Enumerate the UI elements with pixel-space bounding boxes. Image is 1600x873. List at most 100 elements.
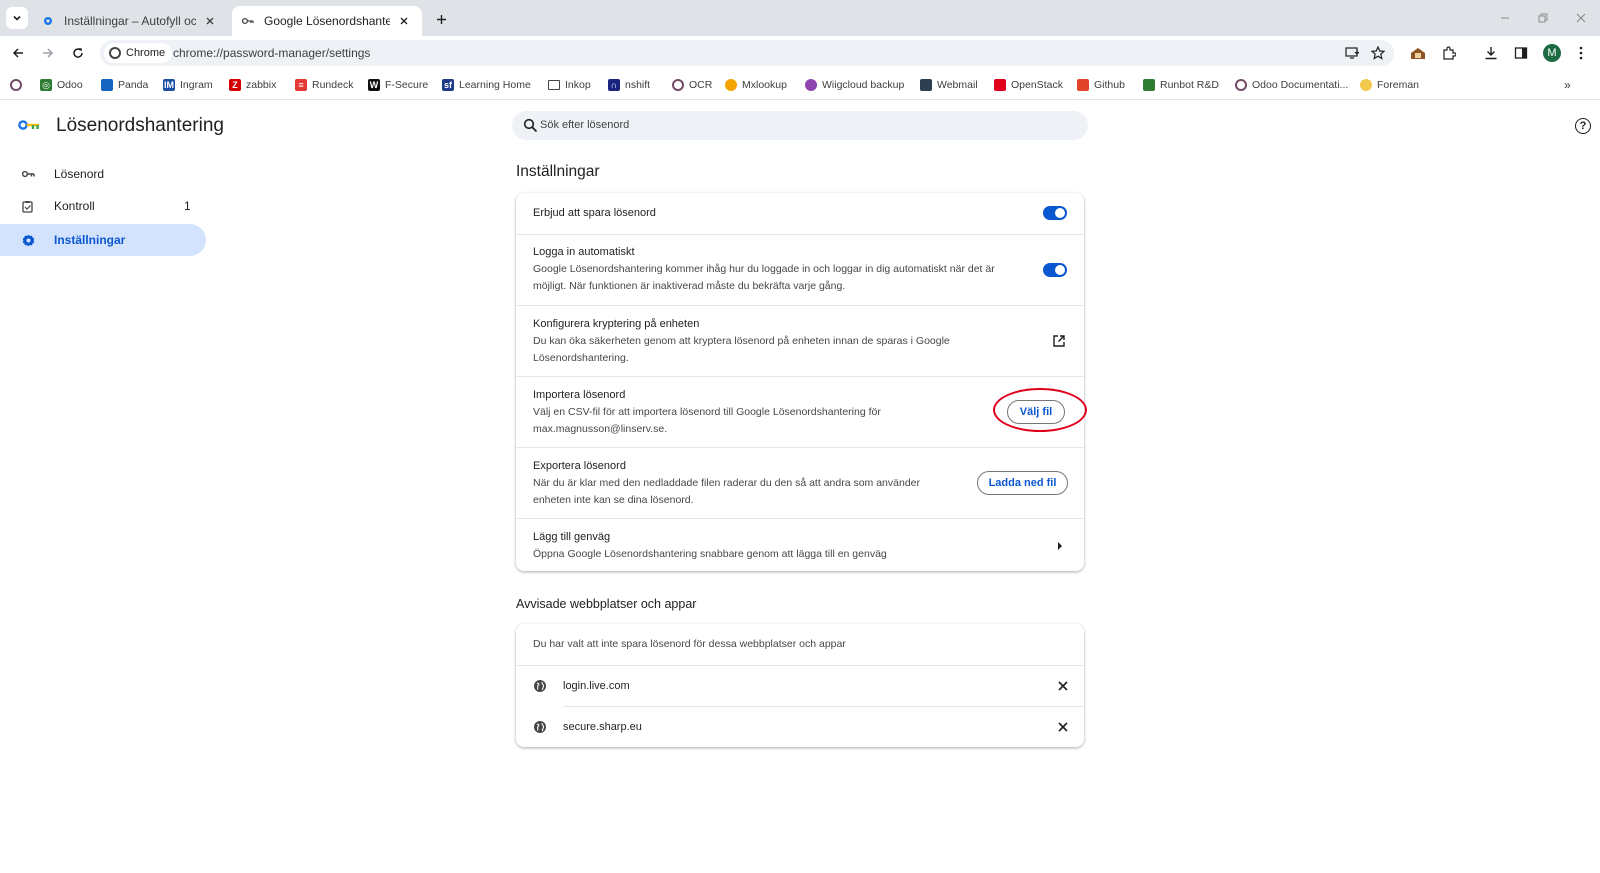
rejected-site-name: secure.sharp.eu (563, 721, 642, 733)
search-input[interactable] (540, 115, 1070, 135)
side-panel-button[interactable] (1512, 44, 1530, 62)
offer-save-row: Erbjud att spara lösenord (516, 193, 1084, 234)
bookmark-github[interactable]: Github (1077, 78, 1125, 92)
ingram-icon: IM (163, 79, 175, 91)
new-tab-button[interactable] (432, 10, 450, 28)
bookmark-inkop[interactable]: Inkop (548, 78, 591, 92)
back-button[interactable] (8, 43, 28, 63)
import-title: Importera lösenord (533, 389, 626, 401)
bookmark-panda[interactable]: Panda (101, 78, 148, 92)
site-info-chip-label: Chrome (126, 47, 166, 59)
sidebar-item-checkup[interactable]: Kontroll 1 (0, 190, 206, 222)
bookmark-openstack[interactable]: OpenStack (994, 78, 1063, 92)
password-search (512, 111, 1088, 140)
bookmark-ocr[interactable]: OCR (672, 78, 712, 92)
tab-password-manager[interactable]: Google Lösenordshantering (232, 6, 422, 36)
site-info-chip[interactable]: Chrome (104, 43, 173, 63)
install-app-button[interactable] (1344, 45, 1360, 61)
address-url[interactable]: chrome://password-manager/settings (173, 46, 370, 60)
rejected-intro: Du har valt att inte spara lösenord för … (533, 638, 846, 650)
tab-close-button[interactable] (202, 13, 218, 29)
bookmark-runbot-r-d[interactable]: Runbot R&D (1143, 78, 1219, 92)
arrow-left-icon (12, 48, 23, 58)
sidebar-item-settings[interactable]: Inställningar (0, 224, 206, 256)
bookmark-label: Wiigcloud backup (822, 79, 905, 91)
runbot-icon (1143, 79, 1155, 91)
minimize-icon (1501, 17, 1509, 19)
bookmark-label: OpenStack (1011, 79, 1063, 91)
toolbar: Chrome chrome://password-manager/setting… (0, 36, 1600, 70)
bookmark-label: Ingram (180, 79, 213, 91)
auto-signin-toggle[interactable] (1043, 263, 1067, 277)
rejected-sites-card: Du har valt att inte spara lösenord för … (516, 624, 1084, 747)
rundeck-icon: ≡ (295, 79, 307, 91)
bookmark-foreman[interactable]: Foreman (1360, 78, 1419, 92)
bookmark-odoo-home[interactable] (10, 78, 27, 92)
sidebar-item-label: Inställningar (54, 233, 126, 247)
tab-search-button[interactable] (6, 7, 28, 29)
bookmark-webmail[interactable]: Webmail (920, 78, 978, 92)
open-in-new-icon[interactable] (1052, 334, 1066, 348)
tab-close-button[interactable] (396, 13, 412, 29)
browser-menu-button[interactable] (1572, 44, 1590, 62)
bookmark-label: Webmail (937, 79, 978, 91)
restore-button[interactable] (1534, 9, 1552, 27)
tab-autofill-settings[interactable]: Inställningar – Autofyll och lösenord (32, 6, 228, 36)
rejected-section-title: Avvisade webbplatser och appar (516, 597, 697, 611)
bookmark-odoo[interactable]: ◎ Odoo (40, 78, 83, 92)
bookmark-nshift[interactable]: ∩ nshift (608, 78, 650, 92)
offer-save-toggle[interactable] (1043, 206, 1067, 220)
toggle-knob (1055, 208, 1065, 218)
rejected-intro-row: Du har valt att inte spara lösenord för … (516, 624, 1084, 665)
mxlookup-icon (725, 79, 737, 91)
search-icon (523, 118, 538, 133)
bookmark-label: F-Secure (385, 79, 429, 91)
bookmarks-bar: ◎ Odoo Panda IM Ingram Zzabbix ≡ Rundeck W F-Secu… (0, 70, 1600, 100)
bookmark-rundeck[interactable]: ≡ Rundeck (295, 78, 353, 92)
download-file-button[interactable]: Ladda ned fil (977, 471, 1068, 495)
encryption-row[interactable]: Konfigurera kryptering på enheten Du kan… (516, 305, 1084, 376)
salesforce-icon: sf (442, 79, 454, 91)
bookmark-wiigcloud-backup[interactable]: Wiigcloud backup (805, 78, 904, 92)
close-window-button[interactable] (1572, 9, 1590, 27)
forward-button[interactable] (38, 43, 58, 63)
reload-button[interactable] (68, 43, 88, 63)
bookmark-mxlookup[interactable]: Mxlookup (725, 78, 787, 92)
minimize-button[interactable] (1496, 9, 1514, 27)
sidebar-item-passwords[interactable]: Lösenord (0, 158, 206, 190)
close-icon (206, 17, 214, 25)
bookmark-f-secure[interactable]: W F-Secure (368, 78, 428, 92)
toggle-knob (1055, 265, 1065, 275)
address-bar[interactable]: Chrome chrome://password-manager/setting… (100, 40, 1394, 66)
bookmark-learning-home[interactable]: sf Learning Home (442, 78, 531, 92)
downloads-button[interactable] (1482, 44, 1500, 62)
bookmark-odoo-documentati[interactable]: Odoo Documentati... (1235, 78, 1348, 92)
profile-avatar[interactable]: M (1543, 44, 1561, 62)
odoo-circle-icon (10, 79, 22, 91)
settings-section-title: Inställningar (516, 163, 600, 180)
foreman-icon (1360, 79, 1372, 91)
export-description: När du är klar med den nedladdade filen … (533, 477, 920, 506)
close-icon[interactable] (1057, 680, 1069, 692)
plus-icon (436, 14, 446, 24)
close-icon[interactable] (1057, 721, 1069, 733)
globe-icon (534, 680, 546, 692)
tab-title: Inställningar – Autofyll och lösenord (64, 14, 196, 28)
tab-title: Google Lösenordshantering (264, 14, 390, 28)
help-icon[interactable]: ? (1575, 118, 1591, 134)
bookmark-label: Foreman (1377, 79, 1420, 91)
bookmark-zabbix[interactable]: Zzabbix (229, 78, 276, 92)
bookmark-ingram[interactable]: IM Ingram (163, 78, 213, 92)
chevron-down-icon (13, 15, 21, 21)
auto-signin-description: Google Lösenordshantering kommer ihåg hu… (533, 263, 995, 292)
bookmark-star-button[interactable] (1370, 45, 1386, 61)
add-shortcut-row[interactable]: Lägg till genväg Öppna Google Lösenordsh… (516, 518, 1084, 571)
bookmarks-overflow-button[interactable]: » (1564, 78, 1571, 92)
key-icon (20, 166, 36, 182)
extension-button[interactable] (1409, 44, 1427, 62)
bookmark-label: Inkop (565, 79, 591, 91)
export-title: Exportera lösenord (533, 460, 626, 472)
tab-strip: Inställningar – Autofyll och lösenord Go… (0, 0, 1600, 36)
side-panel-icon (1514, 47, 1528, 59)
extensions-button[interactable] (1440, 44, 1458, 62)
